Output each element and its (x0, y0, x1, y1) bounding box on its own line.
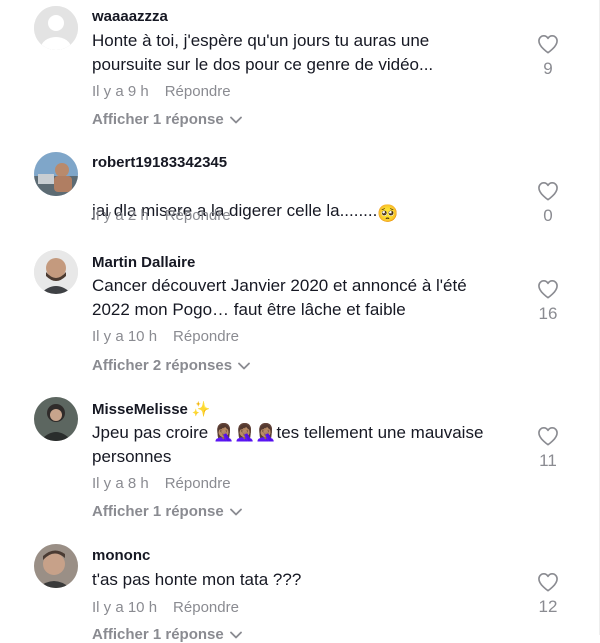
comment-username[interactable]: MisseMelisse ✨ (92, 400, 211, 418)
avatar[interactable] (34, 250, 78, 294)
like-count: 0 (543, 206, 553, 225)
like-button[interactable]: 11 (530, 426, 566, 471)
comment-time: Il y a 10 h (92, 328, 158, 345)
view-replies-label: Afficher 1 réponse (92, 503, 224, 520)
comment-meta: Il y a 9 h Répondre (92, 83, 231, 100)
view-replies-label: Afficher 2 réponses (92, 357, 233, 374)
view-replies-button[interactable]: Afficher 2 réponses (92, 357, 250, 374)
view-replies-button[interactable]: Afficher 1 réponse (92, 111, 242, 128)
facepalm-emoji: 🤦🏽‍♀️🤦🏽‍♀️🤦🏽‍♀️ (212, 423, 277, 442)
comment-time: Il y a 9 h (92, 83, 149, 100)
sparkles-emoji: ✨ (191, 401, 211, 418)
comment-meta: Il y a 2 h Répondre (92, 207, 231, 224)
reply-button[interactable]: Répondre (173, 328, 239, 345)
avatar[interactable] (34, 544, 78, 588)
user-photo-icon (34, 397, 78, 441)
like-count: 12 (538, 597, 558, 616)
user-photo-icon (34, 544, 78, 588)
like-button[interactable]: 12 (530, 572, 566, 617)
avatar[interactable] (34, 152, 78, 196)
like-button[interactable]: 0 (530, 181, 566, 226)
chevron-down-icon (229, 508, 242, 515)
heart-outline-icon (538, 35, 558, 54)
comment-username[interactable]: robert19183342345 (92, 154, 227, 171)
comment-time: Il y a 8 h (92, 475, 149, 492)
like-count: 9 (543, 59, 553, 78)
chevron-down-icon (229, 116, 242, 123)
heart-outline-icon (538, 573, 558, 592)
comment-meta: Il y a 10 h Répondre (92, 328, 239, 345)
comment-username[interactable]: mononc (92, 547, 150, 564)
view-replies-label: Afficher 1 réponse (92, 111, 224, 128)
comment-text-prefix: Jpeu pas croire (92, 423, 213, 442)
pleading-face-emoji: 🥺 (377, 204, 399, 223)
comment-text: Jpeu pas croire 🤦🏽‍♀️🤦🏽‍♀️🤦🏽‍♀️tes telle… (92, 421, 512, 469)
comment-text: t'as pas honte mon tata ??? (92, 570, 302, 589)
comment-time: Il y a 10 h (92, 599, 158, 616)
like-count: 11 (539, 451, 557, 470)
reply-button[interactable]: Répondre (165, 83, 231, 100)
comment-username[interactable]: Martin Dallaire (92, 254, 195, 271)
comment-time: Il y a 2 h (92, 207, 149, 224)
username-text: MisseMelisse (92, 401, 188, 418)
comment-username[interactable]: waaaazzza (92, 8, 168, 25)
avatar[interactable] (34, 6, 78, 50)
reply-button[interactable]: Répondre (165, 207, 231, 224)
comment-meta: Il y a 10 h Répondre (92, 599, 239, 616)
comment-meta: Il y a 8 h Répondre (92, 475, 231, 492)
reply-button[interactable]: Répondre (165, 475, 231, 492)
heart-outline-icon (538, 280, 558, 299)
heart-outline-icon (538, 182, 558, 201)
comment-text: Cancer découvert Janvier 2020 et annoncé… (92, 276, 467, 319)
reply-button[interactable]: Répondre (173, 599, 239, 616)
comment-text: Honte à toi, j'espère qu'un jours tu aur… (92, 31, 434, 74)
like-count: 16 (538, 304, 558, 323)
view-replies-button[interactable]: Afficher 1 réponse (92, 503, 242, 520)
chevron-down-icon (238, 362, 250, 369)
user-photo-icon (34, 250, 78, 294)
user-photo-icon (34, 152, 78, 196)
like-button[interactable]: 16 (530, 279, 566, 324)
avatar[interactable] (34, 397, 78, 441)
like-button[interactable]: 9 (530, 34, 566, 79)
heart-outline-icon (538, 427, 558, 446)
default-avatar-icon (34, 6, 78, 50)
